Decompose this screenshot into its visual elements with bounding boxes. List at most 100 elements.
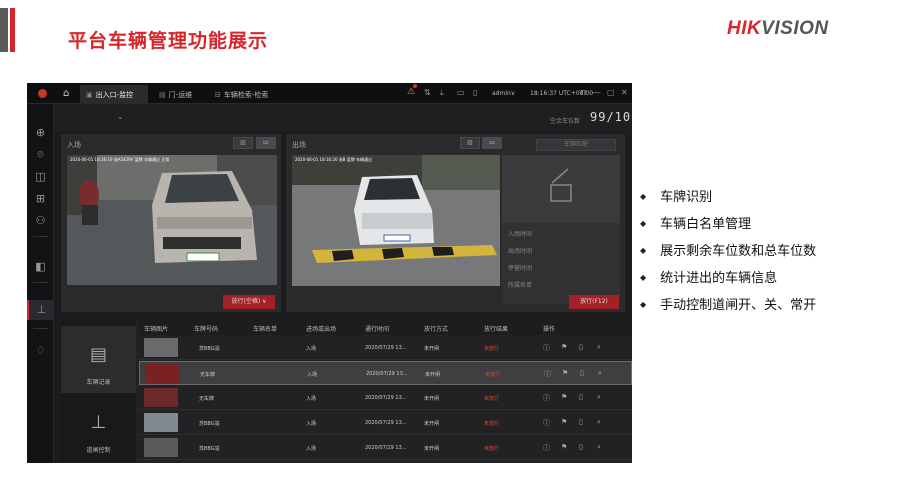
- tab-vehicle-search[interactable]: ⊟ 车辆检索-检索: [209, 85, 274, 104]
- exit-panel: 出场 ▨ ▭ 车辆匹配 2020-06-01 18:16:20 浙B 蓝牌 车辆…: [286, 134, 625, 312]
- info-icon[interactable]: ⓘ: [543, 393, 550, 403]
- table-row[interactable]: 苏BBG渝 入场 2020/07/29 13... 未开闸 未放行 ⓘ ⚑ ▯ ⌕: [139, 336, 632, 360]
- download-icon[interactable]: ⤓: [440, 88, 444, 98]
- flag-icon[interactable]: ⚑: [561, 418, 567, 426]
- grid-icon[interactable]: ⊞: [34, 192, 47, 205]
- flag-icon[interactable]: ⚑: [561, 443, 567, 451]
- gate-control-tab[interactable]: ⊥ 道闸控制: [61, 394, 136, 461]
- feature-bullet-text: 展示剩余车位数和总车位数: [660, 244, 817, 259]
- app-screenshot: ⌂ ▣ 出入口-监控 ▤ 门-运维 ⊟ 车辆检索-检索 ⚠ ⇅ ⤓ ▭ ▯ admin…: [27, 83, 632, 463]
- vehicle-thumbnail[interactable]: [145, 364, 179, 383]
- entrance-camera-view[interactable]: 2020-06-01 18:16:19 浙A5429V 蓝牌 车辆通过 正常: [67, 155, 277, 285]
- home-icon[interactable]: ⌂: [63, 88, 69, 99]
- vehicle-thumbnail[interactable]: [144, 338, 178, 357]
- search-icon[interactable]: ⌕: [597, 443, 601, 452]
- search-icon[interactable]: ⌕: [597, 393, 601, 402]
- close-icon[interactable]: ✕: [621, 88, 628, 97]
- direction-cell: 入场: [306, 421, 317, 427]
- monitor-icon[interactable]: ▯: [473, 88, 477, 97]
- flag-icon[interactable]: ⚑: [561, 343, 567, 351]
- gate-control-icon: ⊥: [90, 412, 107, 433]
- info-icon[interactable]: ⓘ: [544, 369, 551, 379]
- vehicle-thumbnail[interactable]: [144, 438, 178, 457]
- flag-icon[interactable]: ⚑: [562, 369, 568, 377]
- table-row[interactable]: 苏BBG渝 入场 2020/07/29 13... 未开闸 未放行 ⓘ ⚑ ▯ ⌕: [139, 411, 632, 435]
- exit-release-button[interactable]: 放行(F12): [569, 295, 619, 309]
- export-icon[interactable]: ▯: [579, 418, 583, 426]
- search-icon[interactable]: ⌕: [598, 369, 602, 378]
- export-icon[interactable]: ▯: [580, 369, 584, 377]
- info-icon[interactable]: ⓘ: [543, 443, 550, 453]
- parking-subbar: ⌄ 空余车位数 99/100 ⧉: [54, 104, 632, 132]
- vehicle-record-tab[interactable]: ▤ 车辆记录: [61, 326, 136, 393]
- plate-cell: 无车牌: [200, 372, 216, 378]
- diamond-bullet-icon: ◆: [640, 192, 647, 201]
- feature-bullet: ◆ 统计进出的车辆信息: [640, 267, 777, 286]
- tab-gate-ops[interactable]: ▤ 门-运维: [153, 85, 198, 104]
- info-icon[interactable]: ⓘ: [543, 418, 550, 428]
- image-view-button[interactable]: ▨: [460, 137, 480, 149]
- lock-icon[interactable]: ⊓: [580, 88, 586, 97]
- feature-bullet: ◆ 手动控制道闸开、关、常开: [640, 294, 816, 313]
- slide-title: 平台车辆管理功能展示: [68, 30, 269, 52]
- release-mode-cell: 未开闸: [424, 421, 440, 427]
- info-icon[interactable]: ⓘ: [543, 343, 550, 353]
- title-accent-red: [10, 8, 15, 52]
- direction-cell: 入场: [307, 372, 318, 378]
- alarm-bell-icon[interactable]: ♢: [34, 344, 47, 357]
- table-row[interactable]: 无车牌 入场 2020/07/29 13... 未开闸 未放行 ⓘ ⚑ ▯ ⌕: [139, 386, 632, 410]
- user-menu[interactable]: admin∨: [492, 90, 515, 97]
- records-table-header: 车辆图片 车牌号码 车辆名单 进场或出场 通行时间 放行方式 放行结果 操作: [139, 320, 632, 335]
- sort-icon[interactable]: ⇅: [424, 88, 431, 97]
- door-icon[interactable]: ◧: [34, 260, 47, 273]
- flag-icon[interactable]: ⚑: [561, 393, 567, 401]
- entrance-release-button[interactable]: 放行(空格) ∨: [223, 295, 275, 309]
- sidebar-divider: [33, 282, 48, 283]
- time-cell: 2020/07/29 13...: [365, 445, 407, 451]
- face-icon[interactable]: ⌾: [34, 148, 47, 161]
- exit-camera-view[interactable]: 2020-06-01 18:16:20 浙B 蓝牌 车辆通过: [292, 155, 500, 286]
- alarm-icon[interactable]: ⚠: [407, 84, 417, 97]
- direction-cell: 入场: [306, 396, 317, 402]
- entrance-panel: 入场 ▨ ▭ 2020-06-01 18:16:19 浙A5429V 蓝牌 车辆…: [61, 134, 281, 312]
- records-area: ▤ 车辆记录 ⊥ 道闸控制 车辆图片 车牌号码 车辆名单 进场或出场 通行时间 …: [61, 320, 632, 463]
- maximize-icon[interactable]: ▢: [607, 88, 615, 97]
- app-logo-icon: [38, 89, 47, 98]
- camera-icon: ▣: [86, 91, 93, 99]
- release-mode-cell: 未开闸: [424, 446, 440, 452]
- table-row[interactable]: 苏BBG渝 入场 2020/07/29 13... 未开闸 未放行 ⓘ ⚑ ▯ ⌕: [139, 436, 632, 460]
- plate-cell: 苏BBG渝: [199, 346, 220, 352]
- gate-icon[interactable]: ⊥: [27, 300, 54, 320]
- diamond-bullet-icon: ◆: [640, 273, 647, 282]
- video-view-button[interactable]: ▭: [482, 137, 502, 149]
- screen-icon[interactable]: ▭: [457, 88, 465, 97]
- title-accent-grey: [0, 8, 8, 52]
- search-icon[interactable]: ⌕: [597, 418, 601, 427]
- time-cell: 2020/07/29 13...: [365, 345, 407, 351]
- vehicle-thumbnail[interactable]: [144, 388, 178, 407]
- table-row[interactable]: 无车牌 入场 2020/07/29 13... 未开闸 未放行 ⓘ ⚑ ▯ ⌕: [139, 361, 632, 385]
- export-icon[interactable]: ▯: [579, 343, 583, 351]
- diamond-bullet-icon: ◆: [640, 219, 647, 228]
- chevron-down-icon[interactable]: ⌄: [117, 112, 124, 121]
- minimize-icon[interactable]: —: [593, 88, 601, 97]
- time-cell: 2020/07/29 13...: [366, 371, 408, 377]
- video-view-button[interactable]: ▭: [256, 137, 276, 149]
- plate-image-placeholder: [502, 155, 620, 223]
- export-icon[interactable]: ▯: [579, 393, 583, 401]
- tab-entrance-monitor[interactable]: ▣ 出入口-监控: [80, 85, 148, 104]
- vehicle-thumbnail[interactable]: [144, 413, 178, 432]
- export-icon[interactable]: ▯: [579, 443, 583, 451]
- image-view-button[interactable]: ▨: [233, 137, 253, 149]
- layout-icon[interactable]: ◫: [34, 170, 47, 183]
- release-mode-cell: 未开闸: [424, 346, 440, 352]
- search-icon[interactable]: ⌕: [597, 343, 601, 352]
- globe-icon[interactable]: ⊕: [34, 126, 47, 139]
- release-result-cell: 未放行: [484, 346, 500, 352]
- vehicle-match-button[interactable]: 车辆匹配: [536, 139, 616, 151]
- person-icon[interactable]: ⚇: [34, 214, 47, 227]
- entry-time-label: 入场时间: [508, 231, 533, 238]
- release-result-cell: 未放行: [484, 446, 500, 452]
- feature-bullet-text: 统计进出的车辆信息: [660, 271, 778, 286]
- exit-info-block: 入场时间 出场时间 停留时间 所属名单: [502, 155, 620, 304]
